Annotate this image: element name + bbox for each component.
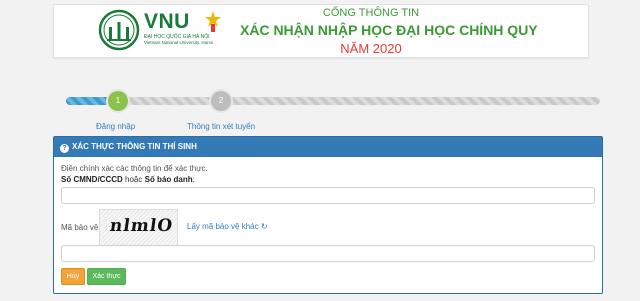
site-header: VNU ĐẠI HỌC QUỐC GIA HÀ NỘI Vietnam Nati… [53, 4, 589, 58]
id-field-label: Số CMND/CCCD hoặc Số báo danh: [61, 175, 195, 184]
id-label-cmnd: Số CMND/CCCD [61, 175, 123, 184]
refresh-captcha-link[interactable]: Lấy mã bảo vệ khác ↻ [187, 222, 268, 231]
logo-vnu: VNU [144, 10, 190, 33]
verify-panel: ? XÁC THỰC THÔNG TIN THÍ SINH Điền chính … [53, 136, 603, 294]
id-label-sbd: Số báo danh [144, 175, 193, 184]
star-icon [205, 11, 221, 32]
portal-year: NĂM 2020 [340, 41, 402, 56]
vnu-logo-icon [98, 9, 140, 51]
id-label-or: hoặc [125, 175, 143, 184]
captcha-input[interactable] [61, 245, 595, 262]
step-1-marker: 1 [108, 91, 128, 111]
progress-bar [66, 97, 600, 105]
id-label-colon: : [192, 175, 195, 184]
submit-button[interactable]: Xác thực [87, 268, 126, 285]
portal-subtitle: XÁC NHẬN NHẬP HỌC ĐẠI HỌC CHÍNH QUY [240, 22, 538, 38]
captcha-text: nlmlO [108, 216, 175, 236]
id-number-input[interactable] [61, 187, 595, 204]
portal-titles: CỔNG THÔNG TIN XÁC NHẬN NHẬP HỌC ĐẠI HỌC… [240, 7, 538, 57]
captcha-label: Mã bảo vệ: [61, 223, 101, 232]
university-name-en: Vietnam National University, Hanoi [144, 40, 214, 45]
panel-header: ? XÁC THỰC THÔNG TIN THÍ SINH [54, 137, 602, 157]
question-circle-icon: ? [60, 144, 69, 153]
step-1-label[interactable]: Đăng nhập [96, 122, 135, 131]
captcha-image: nlmlO [99, 209, 178, 246]
refresh-icon: ↻ [260, 222, 268, 231]
portal-title: CỔNG THÔNG TIN [322, 7, 420, 19]
logo-text: VNU ĐẠI HỌC QUỐC GIA HÀ NỘI Vietnam Nati… [144, 10, 221, 46]
step-2-label[interactable]: Thông tin xét tuyển [187, 122, 255, 131]
refresh-captcha-label: Lấy mã bảo vệ khác [187, 222, 259, 231]
step-2-marker: 2 [211, 91, 231, 111]
panel-title: XÁC THỰC THÔNG TIN THÍ SINH [72, 142, 197, 151]
cancel-button[interactable]: Hủy [61, 268, 85, 285]
instruction-text: Điền chính xác các thông tin để xác thực… [61, 164, 208, 173]
